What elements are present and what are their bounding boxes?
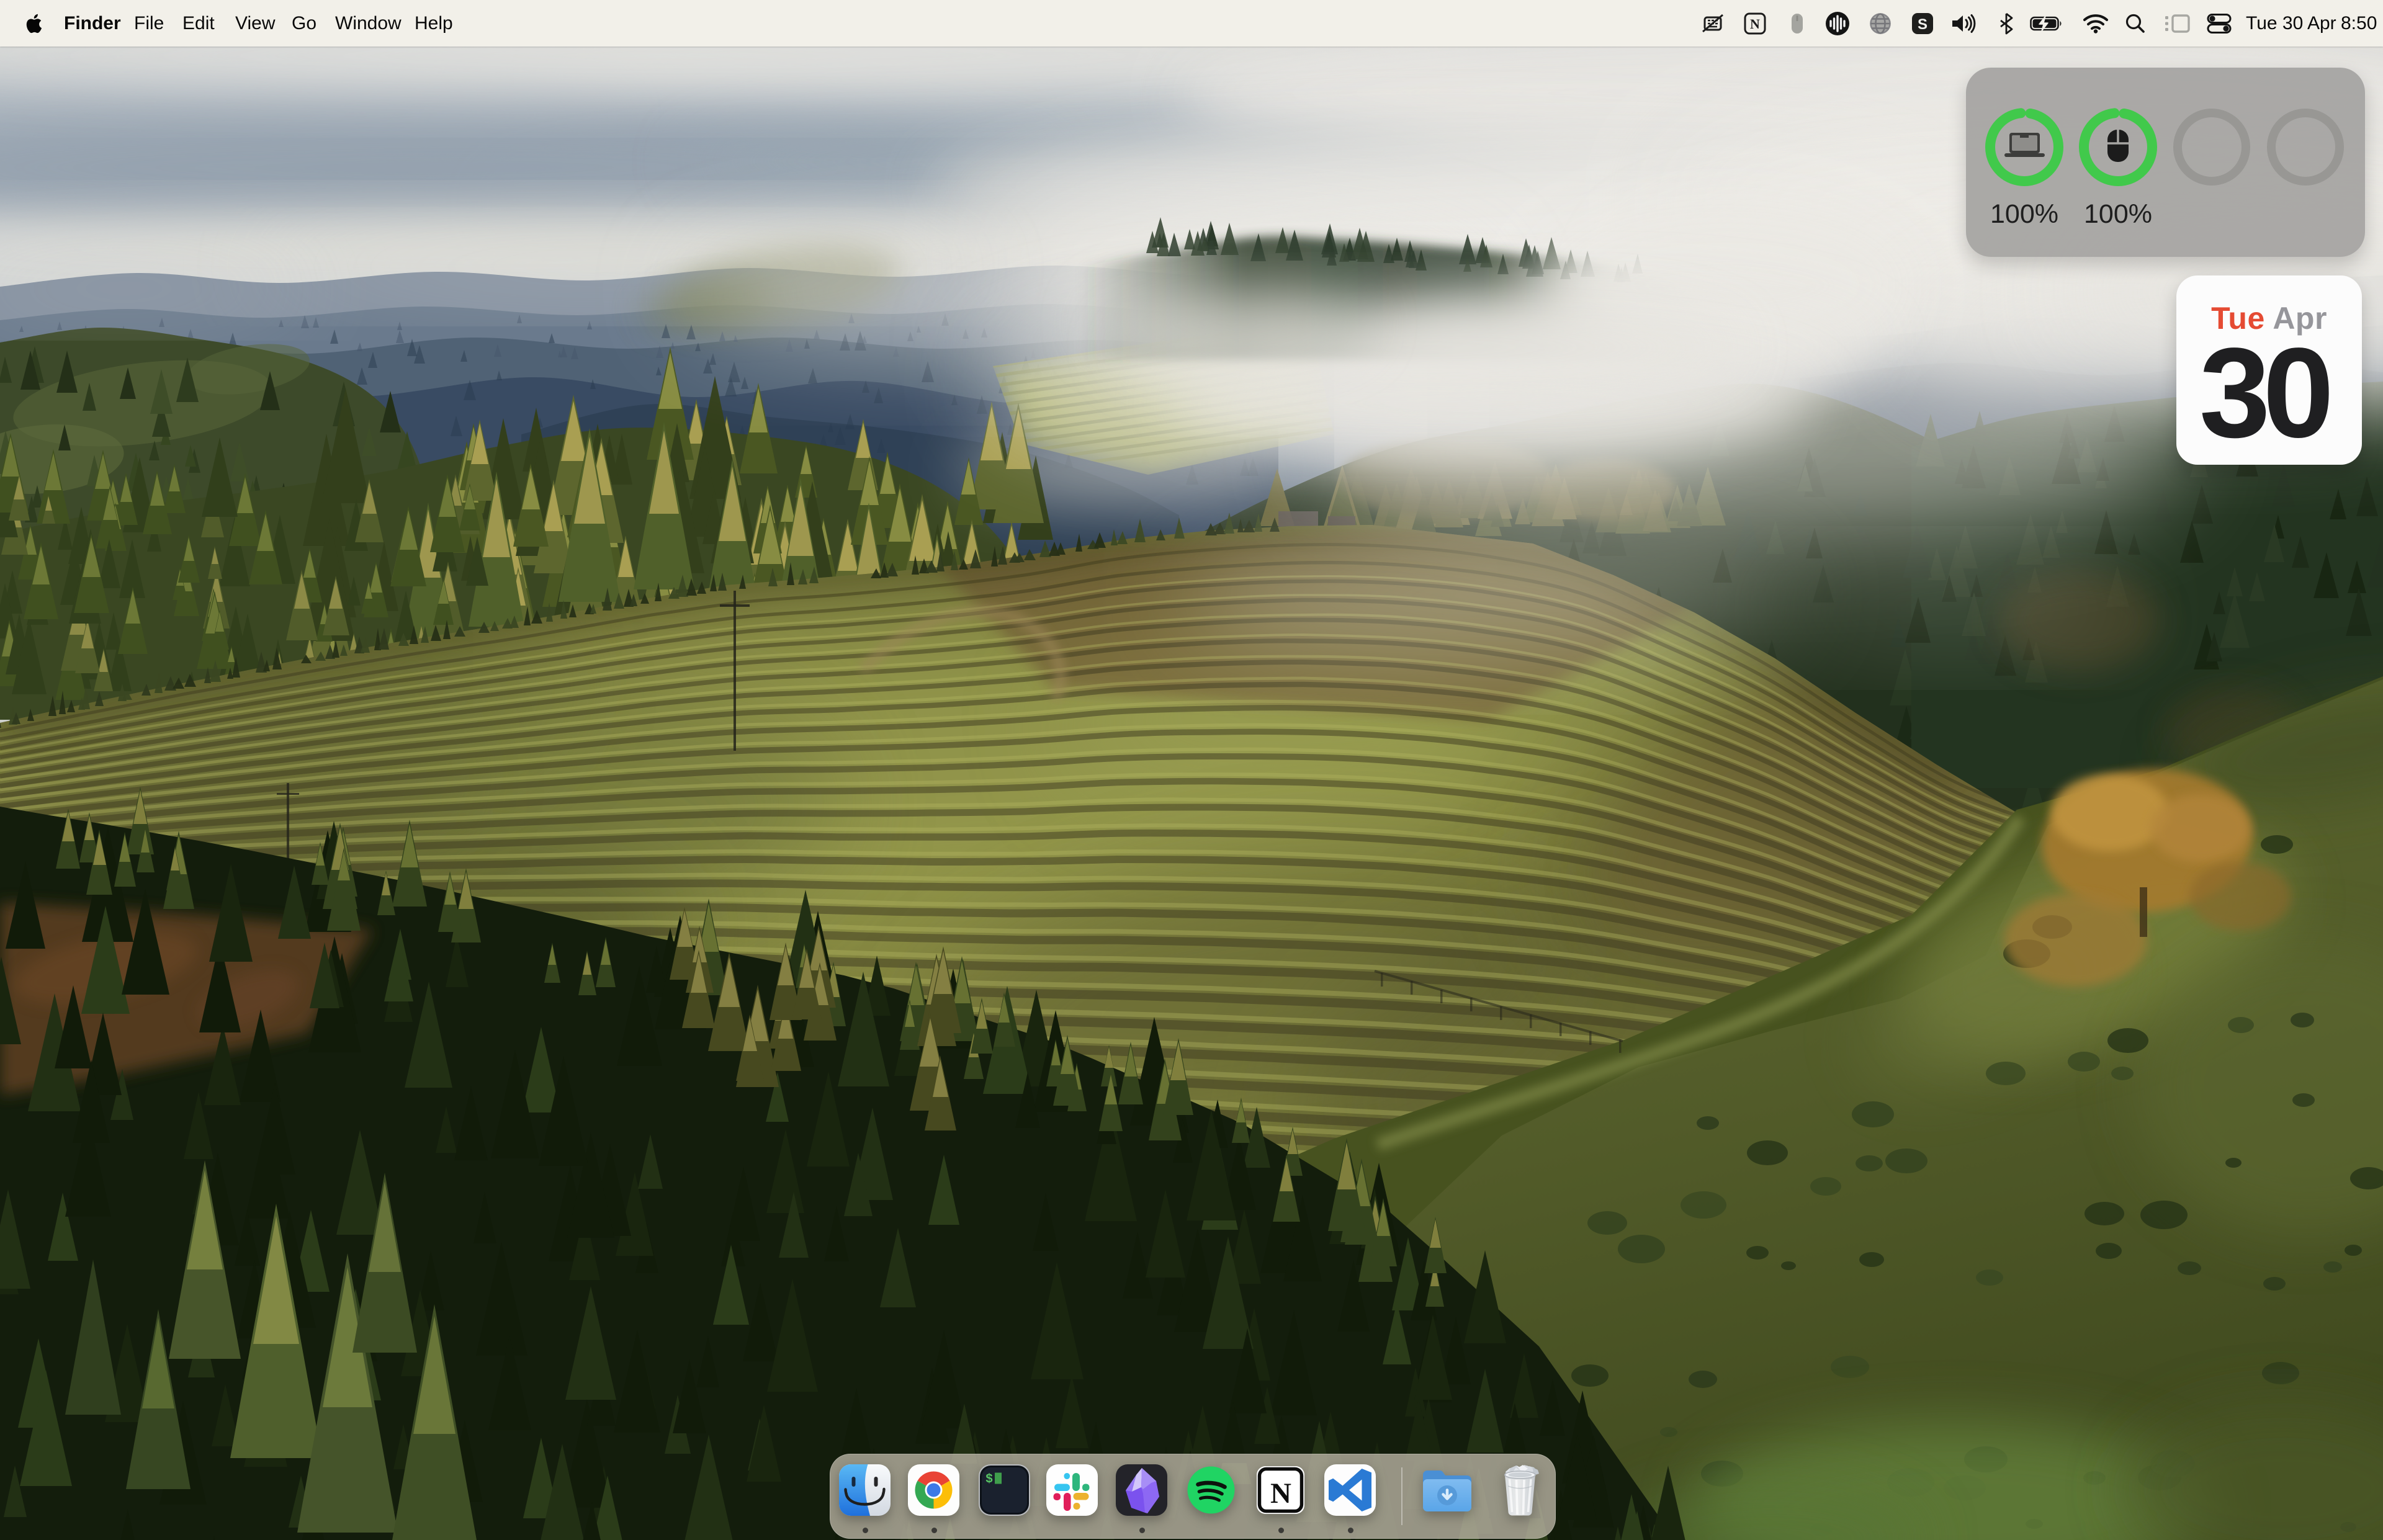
svg-text:N: N [1270, 1477, 1291, 1510]
svg-text:S: S [1918, 16, 1927, 33]
svg-text:N: N [1750, 16, 1760, 32]
svg-text:$: $ [985, 1472, 993, 1487]
